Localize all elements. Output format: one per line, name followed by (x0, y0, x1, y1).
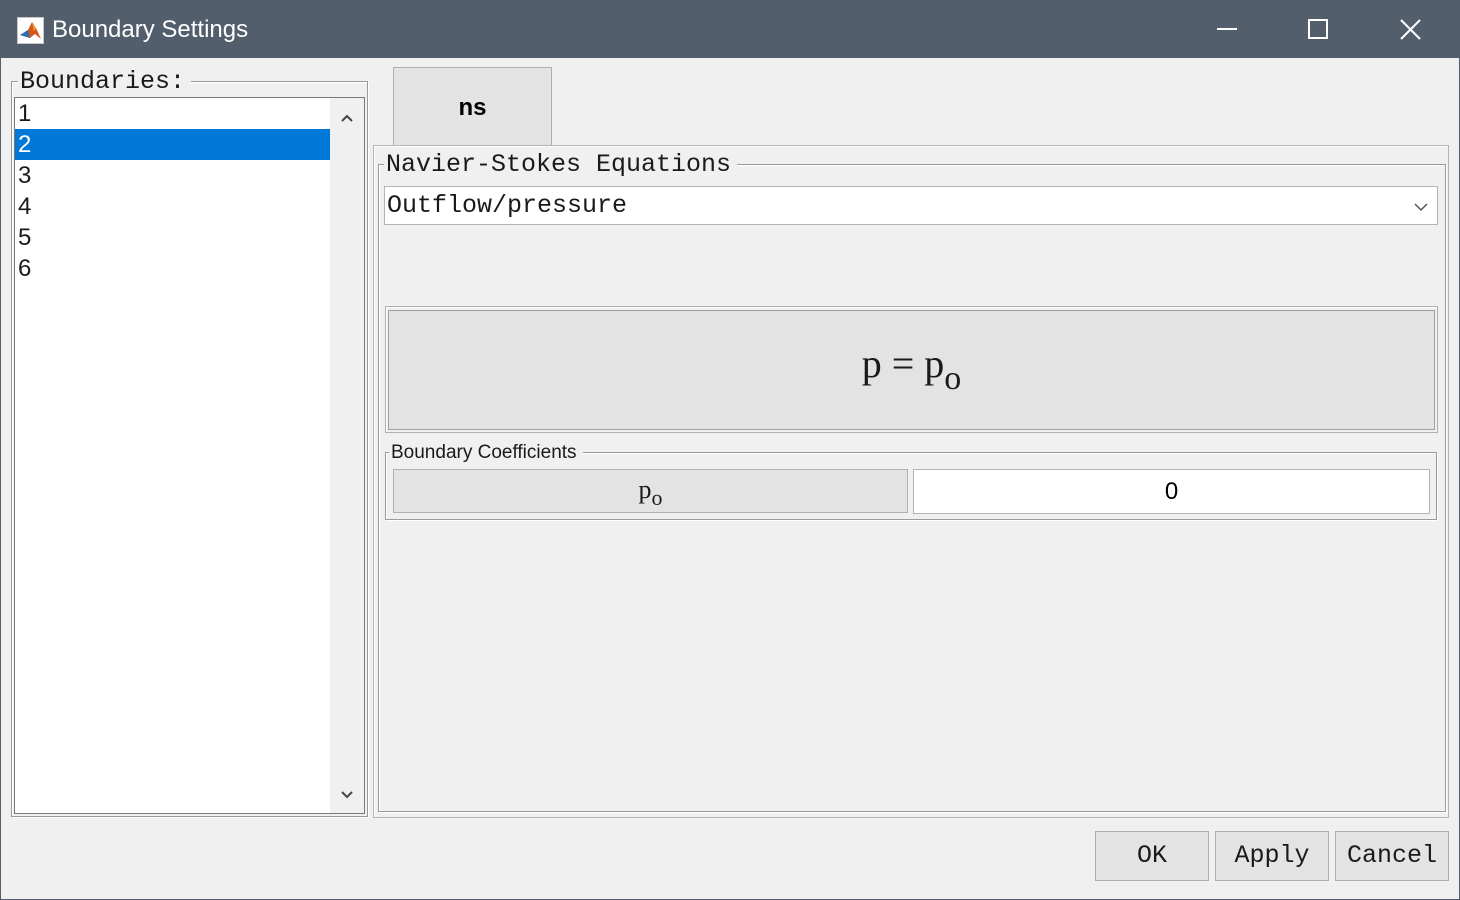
ok-button[interactable]: OK (1095, 831, 1209, 881)
cancel-button[interactable]: Cancel (1335, 831, 1449, 881)
window-title: Boundary Settings (52, 16, 249, 43)
minimize-button[interactable] (1180, 0, 1272, 58)
list-item-selected[interactable]: 2 (15, 129, 331, 160)
matlab-icon[interactable] (17, 17, 44, 44)
list-item[interactable]: 3 (15, 160, 331, 191)
chevron-down-icon (1414, 203, 1428, 212)
equation-display: p = po (388, 310, 1435, 430)
maximize-icon (1308, 19, 1328, 39)
boundary-condition-select[interactable]: Outflow/pressure (384, 186, 1438, 225)
tab-ns[interactable]: ns (393, 67, 552, 146)
boundaries-label: Boundaries: (18, 68, 192, 96)
equation-subscript: o (944, 360, 962, 397)
boundaries-listbox[interactable]: 1 2 3 4 5 6 (14, 97, 365, 814)
boundary-coefficients-label: Boundary Coefficients (389, 442, 583, 464)
list-item[interactable]: 5 (15, 222, 331, 253)
list-item[interactable]: 4 (15, 191, 331, 222)
equation-text: p = po (389, 339, 1434, 404)
navier-stokes-label: Navier-Stokes Equations (384, 151, 738, 179)
scroll-up-button[interactable] (330, 100, 364, 134)
coefficient-subscript: o (651, 485, 663, 510)
boundary-condition-value: Outflow/pressure (387, 191, 628, 220)
equation-lhs: p = p (861, 341, 945, 386)
maximize-button[interactable] (1272, 0, 1364, 58)
title-bar: Boundary Settings (0, 0, 1460, 58)
list-item[interactable]: 6 (15, 253, 331, 284)
scroll-down-button[interactable] (330, 779, 364, 813)
chevron-down-icon (341, 791, 353, 799)
coefficient-name: p (638, 475, 652, 504)
dropdown-arrow-button[interactable] (1405, 187, 1437, 224)
minimize-icon (1217, 28, 1237, 30)
coefficient-name-label: po (393, 469, 908, 513)
apply-button[interactable]: Apply (1215, 831, 1329, 881)
list-scrollbar[interactable] (330, 98, 364, 813)
list-item[interactable]: 1 (15, 98, 331, 129)
coefficient-value-input[interactable]: 0 (913, 469, 1430, 514)
chevron-up-icon (341, 114, 353, 122)
close-icon (1400, 19, 1421, 40)
close-button[interactable] (1364, 0, 1456, 58)
